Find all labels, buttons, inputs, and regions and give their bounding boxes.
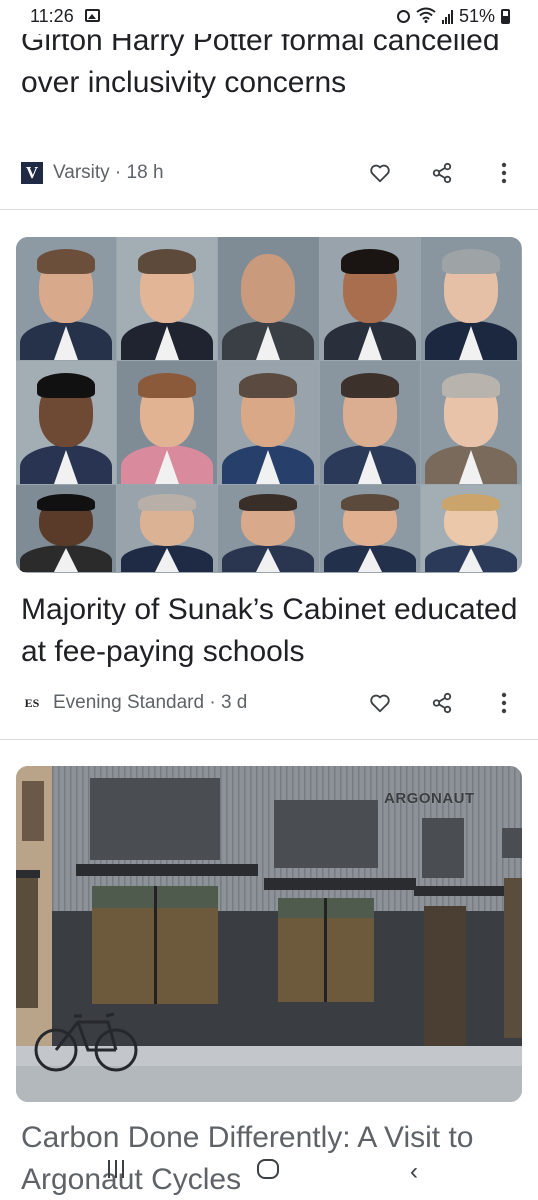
cabinet-portrait [16, 485, 117, 572]
cabinet-portrait [117, 361, 218, 484]
more-vertical-icon[interactable] [501, 692, 507, 714]
cabinet-portrait [16, 237, 117, 360]
source-label: Evening Standard · 3 d [53, 692, 248, 713]
status-time: 11:26 [30, 6, 74, 26]
source-label: Varsity · 18 h [53, 162, 164, 183]
status-bar: 11:26 51% [0, 0, 538, 34]
article-source-row: ES Evening Standard · 3 d [21, 685, 517, 721]
home-icon[interactable] [257, 1159, 279, 1179]
recent-apps-icon[interactable] [108, 1160, 124, 1178]
cabinet-portrait [218, 361, 319, 484]
cabinet-portrait [319, 361, 420, 484]
cabinet-portrait [16, 361, 117, 484]
heart-icon[interactable] [369, 162, 391, 184]
cabinet-portrait [319, 485, 420, 572]
back-icon[interactable]: ‹ [410, 1158, 418, 1186]
divider [0, 209, 538, 210]
share-icon[interactable] [431, 691, 453, 715]
cabinet-portrait [420, 361, 521, 484]
cabinet-portraits-image[interactable] [16, 237, 522, 573]
cabinet-portrait [319, 237, 420, 360]
more-vertical-icon[interactable] [501, 162, 507, 184]
building-sign: ARGONAUT [384, 790, 475, 807]
system-nav-bar: ‹ [0, 1150, 538, 1200]
cabinet-portrait [218, 485, 319, 572]
evening-standard-logo: ES [24, 695, 40, 710]
cabinet-portrait [218, 237, 319, 360]
wifi-icon [416, 7, 436, 27]
varsity-logo: V [21, 162, 43, 184]
alarm-icon [396, 10, 410, 23]
share-icon[interactable] [431, 161, 453, 185]
status-right-group: 51% [396, 6, 510, 27]
article-source-row: V Varsity · 18 h [21, 155, 517, 191]
argonaut-building-image[interactable]: ARGONAUT [16, 766, 522, 1102]
cabinet-portrait [117, 485, 218, 572]
divider [0, 739, 538, 740]
signal-icon [441, 9, 453, 24]
cabinet-portrait [420, 485, 521, 572]
heart-icon[interactable] [369, 692, 391, 714]
cabinet-portrait [420, 237, 521, 360]
battery-percent: 51% [458, 6, 495, 26]
gallery-notification-icon [85, 9, 100, 22]
cabinet-portrait [117, 237, 218, 360]
battery-icon [501, 9, 510, 24]
article-headline[interactable]: Majority of Sunak’s Cabinet educated at … [21, 589, 521, 673]
